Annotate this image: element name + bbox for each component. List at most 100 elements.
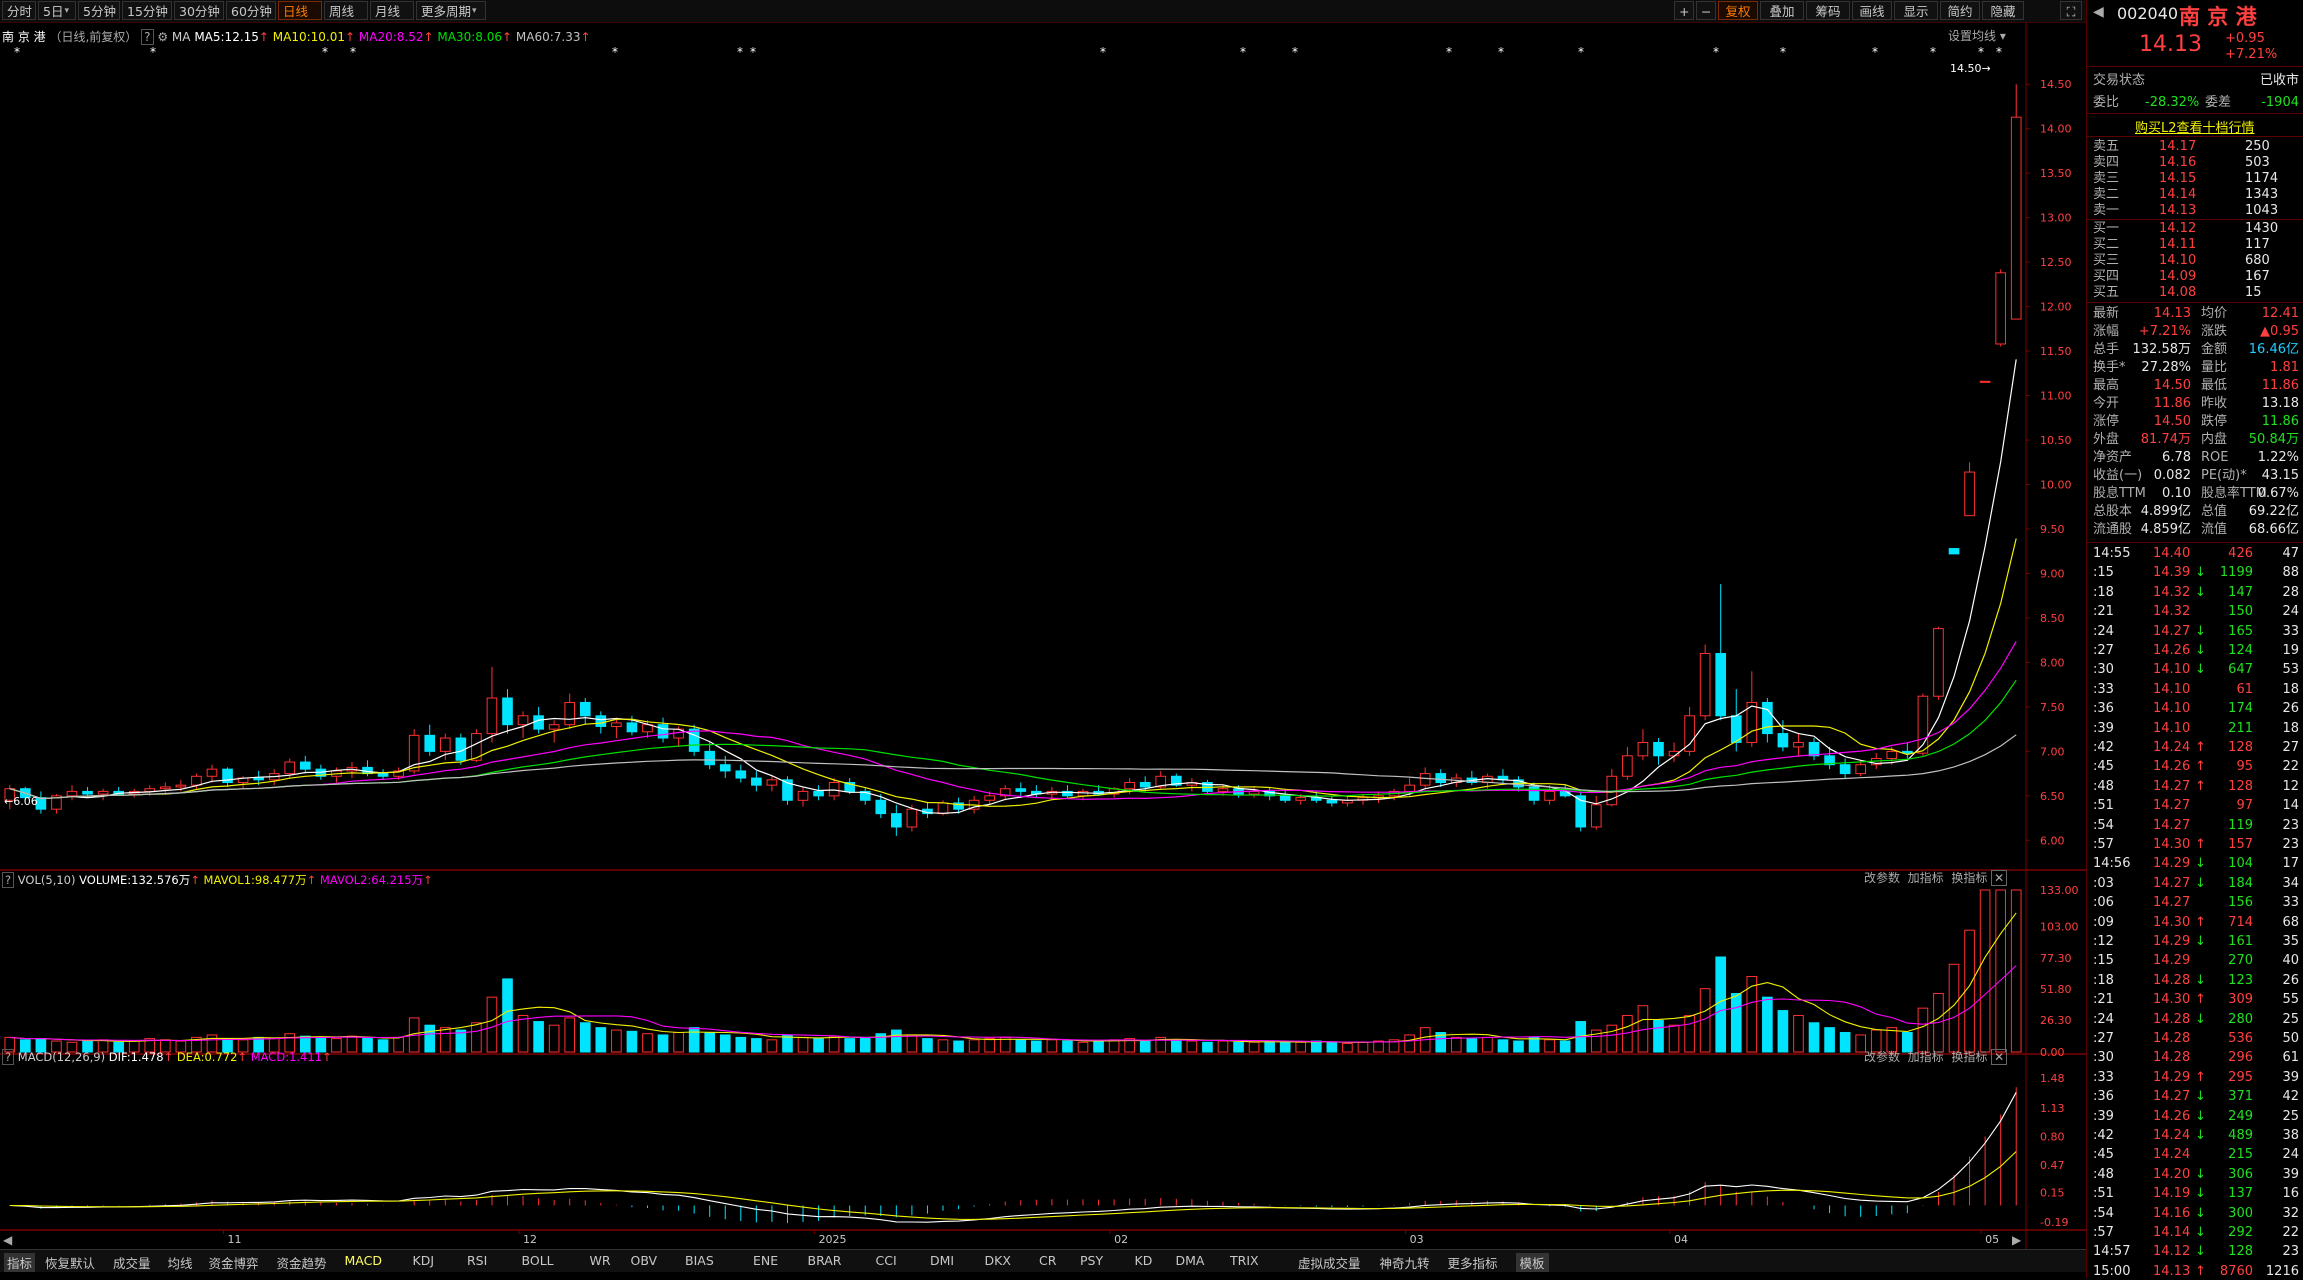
tool-button-4[interactable]: 筹码	[1806, 1, 1850, 20]
indicator-tab-11[interactable]: OBV	[631, 1253, 658, 1268]
indicator-tab-0[interactable]: 指标	[4, 1253, 36, 1272]
tick-time: :45	[2093, 759, 2114, 775]
indicator-tab-20[interactable]: KD	[1135, 1253, 1153, 1268]
fullscreen-icon[interactable]: ⛶	[2060, 1, 2082, 20]
tool-button-8[interactable]: 隐藏	[1982, 1, 2024, 20]
indicator-tab-26[interactable]: 模板	[1515, 1253, 1549, 1272]
volume-bar	[579, 1022, 591, 1053]
period-button-2[interactable]: 5分钟	[78, 1, 120, 20]
add-indicator-button[interactable]: 加指标	[1908, 1050, 1944, 1064]
indicator-tab-5[interactable]: 资金趋势	[277, 1253, 327, 1272]
vol-axis-label: 26.30	[2040, 1014, 2072, 1027]
ma30-value: MA30:8.06	[437, 30, 502, 44]
period-button-1[interactable]: 5日▾	[38, 1, 76, 20]
candle-body	[1217, 788, 1229, 792]
indicator-tab-21[interactable]: DMA	[1176, 1253, 1205, 1268]
close-icon[interactable]: ✕	[1991, 1049, 2008, 1065]
period-button-6[interactable]: 日线	[278, 1, 322, 20]
tick-volume: 174	[2228, 701, 2253, 717]
tick-row: 15:00 14.13 ↑ 8760 1216	[2093, 1264, 2299, 1280]
indicator-tab-1[interactable]: 恢复默认	[45, 1253, 95, 1272]
stat-value: 14.50	[2153, 414, 2191, 429]
tick-row: :51 14.27 97 14	[2093, 798, 2299, 814]
vol-axis-label: 0.00	[2040, 1046, 2065, 1059]
indicator-tab-2[interactable]: 成交量	[113, 1253, 151, 1272]
volume-bar	[1839, 1032, 1851, 1053]
set-ma-button[interactable]: 设置均线 ▾	[1948, 27, 2006, 44]
candle-body	[206, 768, 218, 777]
indicator-tab-22[interactable]: TRIX	[1230, 1253, 1259, 1268]
price-axis-label: 6.50	[2040, 790, 2065, 803]
help-icon[interactable]: ?	[141, 29, 154, 45]
tick-price: 14.26	[2153, 759, 2191, 775]
tool-button-2[interactable]: 复权	[1718, 1, 1758, 20]
vol-legend: ? VOL(5,10) VOLUME:132.576万↑ MAVOL1:98.4…	[2, 872, 433, 888]
tool-button-3[interactable]: 叠加	[1760, 1, 1804, 20]
period-button-9[interactable]: 更多周期▾	[416, 1, 486, 20]
candle-body	[548, 724, 560, 730]
tick-count: 55	[2282, 992, 2299, 1008]
ask-price: 14.13	[2159, 203, 2197, 218]
vol-value: VOLUME:132.576万	[79, 873, 191, 887]
period-button-5[interactable]: 60分钟	[226, 1, 276, 20]
edit-params-button[interactable]: 改参数	[1864, 871, 1900, 885]
indicator-tab-25[interactable]: 更多指标	[1448, 1253, 1498, 1272]
indicator-tab-13[interactable]: ENE	[753, 1253, 778, 1268]
indicator-tab-17[interactable]: DKX	[985, 1253, 1011, 1268]
tick-row: :45 14.24 215 24	[2093, 1147, 2299, 1163]
indicator-tab-6[interactable]: MACD	[345, 1253, 382, 1268]
weibi-row: 委比 -28.32% 委差 -1904	[2093, 95, 2299, 110]
mavol1-value: MAVOL1:98.477万	[203, 873, 307, 887]
help-icon[interactable]: ?	[2, 1049, 15, 1065]
tool-button-5[interactable]: 画线	[1852, 1, 1892, 20]
edit-params-button[interactable]: 改参数	[1864, 1050, 1900, 1064]
period-button-3[interactable]: 15分钟	[122, 1, 172, 20]
indicator-tab-7[interactable]: KDJ	[413, 1253, 435, 1268]
indicator-tab-16[interactable]: DMI	[930, 1253, 954, 1268]
tick-volume: 128	[2228, 778, 2253, 794]
period-button-4[interactable]: 30分钟	[174, 1, 224, 20]
ask-label: 卖三	[2093, 171, 2120, 186]
event-marker: *	[1930, 45, 1936, 59]
tick-count: 22	[2282, 759, 2299, 775]
prev-stock-icon[interactable]: ◀	[2093, 4, 2104, 20]
help-icon[interactable]: ?	[2, 872, 15, 888]
period-button-7[interactable]: 周线	[324, 1, 368, 20]
gear-icon[interactable]: ⚙	[157, 30, 168, 44]
indicator-tab-24[interactable]: 神奇九转	[1380, 1253, 1430, 1272]
tick-volume: 119	[2228, 817, 2253, 833]
indicator-tab-15[interactable]: CCI	[876, 1253, 897, 1268]
indicator-tab-10[interactable]: WR	[590, 1253, 611, 1268]
volume-bar	[1108, 1039, 1120, 1053]
indicator-tab-3[interactable]: 均线	[168, 1253, 193, 1272]
add-indicator-button[interactable]: 加指标	[1908, 871, 1944, 885]
candle-body	[813, 790, 824, 797]
indicator-tab-4[interactable]: 资金博弈	[209, 1253, 259, 1272]
ask-label: 卖五	[2093, 139, 2120, 154]
indicator-tab-12[interactable]: BIAS	[685, 1253, 714, 1268]
switch-indicator-button[interactable]: 换指标	[1951, 871, 1987, 885]
indicator-tab-23[interactable]: 虚拟成交量	[1298, 1253, 1361, 1272]
tool-button-0[interactable]: +	[1674, 1, 1694, 20]
candle-body	[1404, 784, 1415, 792]
indicator-tab-8[interactable]: RSI	[467, 1253, 487, 1268]
tool-button-6[interactable]: 显示	[1894, 1, 1938, 20]
candle-body	[1855, 764, 1867, 775]
switch-indicator-button[interactable]: 换指标	[1951, 1050, 1987, 1064]
l2-upgrade-link[interactable]: 购买L2查看十档行情	[2135, 117, 2255, 136]
tick-row: 14:57 14.12 ↓ 128 23	[2093, 1244, 2299, 1260]
tick-row: :06 14.27 156 33	[2093, 895, 2299, 911]
period-button-0[interactable]: 分时	[2, 1, 36, 20]
indicator-tab-14[interactable]: BRAR	[808, 1253, 842, 1268]
indicator-tab-19[interactable]: PSY	[1080, 1253, 1103, 1268]
close-icon[interactable]: ✕	[1991, 870, 2008, 886]
tool-button-1[interactable]: −	[1696, 1, 1716, 20]
period-button-8[interactable]: 月线	[370, 1, 414, 20]
scroll-left-icon[interactable]: ◀	[3, 1233, 13, 1247]
indicator-tab-9[interactable]: BOLL	[522, 1253, 554, 1268]
kline-chart-area[interactable]: * * * * * * * * * * * * * * * * * * * 14.50 14.00 13.50 13.00…	[0, 22, 2086, 1249]
scroll-right-icon[interactable]: ▶	[2012, 1233, 2022, 1247]
divider	[2087, 219, 2303, 220]
tool-button-7[interactable]: 简约	[1940, 1, 1980, 20]
indicator-tab-18[interactable]: CR	[1039, 1253, 1056, 1268]
